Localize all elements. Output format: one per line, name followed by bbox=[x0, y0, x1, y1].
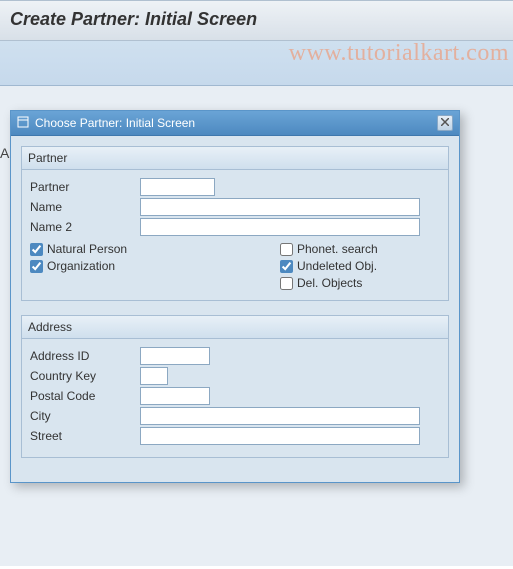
city-input[interactable] bbox=[140, 407, 420, 425]
country-key-input[interactable] bbox=[140, 367, 168, 385]
del-objects-check[interactable]: Del. Objects bbox=[280, 276, 378, 290]
close-icon bbox=[441, 118, 449, 129]
choose-partner-dialog: Choose Partner: Initial Screen Partner P… bbox=[10, 110, 460, 483]
postal-code-label: Postal Code bbox=[30, 389, 140, 403]
phonet-search-checkbox[interactable] bbox=[280, 243, 293, 256]
close-button[interactable] bbox=[437, 115, 453, 131]
phonet-search-label: Phonet. search bbox=[297, 242, 378, 256]
partner-group-body: Partner Name Name 2 Natural Person bbox=[22, 170, 448, 300]
city-label: City bbox=[30, 409, 140, 423]
name2-input[interactable] bbox=[140, 218, 420, 236]
partner-check-col-left: Natural Person Organization bbox=[30, 242, 280, 290]
postal-code-input[interactable] bbox=[140, 387, 210, 405]
page-title: Create Partner: Initial Screen bbox=[10, 9, 257, 29]
page-header-spacer bbox=[0, 41, 513, 86]
background-label-fragment: A bbox=[0, 145, 9, 161]
address-groupbox: Address Address ID Country Key Postal Co… bbox=[21, 315, 449, 458]
address-id-label: Address ID bbox=[30, 349, 140, 363]
street-row: Street bbox=[30, 427, 440, 445]
dialog-title-icon bbox=[17, 116, 29, 131]
natural-person-label: Natural Person bbox=[47, 242, 127, 256]
name-label: Name bbox=[30, 200, 140, 214]
name2-row: Name 2 bbox=[30, 218, 440, 236]
undeleted-obj-check[interactable]: Undeleted Obj. bbox=[280, 259, 378, 273]
city-row: City bbox=[30, 407, 440, 425]
page-title-bar: Create Partner: Initial Screen bbox=[0, 0, 513, 41]
undeleted-obj-label: Undeleted Obj. bbox=[297, 259, 377, 273]
partner-label: Partner bbox=[30, 180, 140, 194]
dialog-title-text: Choose Partner: Initial Screen bbox=[35, 116, 195, 130]
postal-code-row: Postal Code bbox=[30, 387, 440, 405]
dialog-titlebar: Choose Partner: Initial Screen bbox=[11, 111, 459, 136]
name2-label: Name 2 bbox=[30, 220, 140, 234]
phonet-search-check[interactable]: Phonet. search bbox=[280, 242, 378, 256]
partner-check-row: Natural Person Organization Phonet. sear… bbox=[30, 242, 440, 290]
name-row: Name bbox=[30, 198, 440, 216]
del-objects-label: Del. Objects bbox=[297, 276, 362, 290]
partner-check-col-right: Phonet. search Undeleted Obj. Del. Objec… bbox=[280, 242, 378, 290]
address-id-input[interactable] bbox=[140, 347, 210, 365]
organization-label: Organization bbox=[47, 259, 115, 273]
partner-row: Partner bbox=[30, 178, 440, 196]
organization-check[interactable]: Organization bbox=[30, 259, 280, 273]
dialog-title-left: Choose Partner: Initial Screen bbox=[17, 116, 195, 131]
address-id-row: Address ID bbox=[30, 347, 440, 365]
partner-group-header: Partner bbox=[22, 147, 448, 170]
street-input[interactable] bbox=[140, 427, 420, 445]
street-label: Street bbox=[30, 429, 140, 443]
address-group-header: Address bbox=[22, 316, 448, 339]
partner-input[interactable] bbox=[140, 178, 215, 196]
dialog-body: Partner Partner Name Name 2 bbox=[11, 136, 459, 482]
natural-person-check[interactable]: Natural Person bbox=[30, 242, 280, 256]
organization-checkbox[interactable] bbox=[30, 260, 43, 273]
name-input[interactable] bbox=[140, 198, 420, 216]
address-group-body: Address ID Country Key Postal Code City … bbox=[22, 339, 448, 457]
undeleted-obj-checkbox[interactable] bbox=[280, 260, 293, 273]
partner-groupbox: Partner Partner Name Name 2 bbox=[21, 146, 449, 301]
del-objects-checkbox[interactable] bbox=[280, 277, 293, 290]
country-key-label: Country Key bbox=[30, 369, 140, 383]
natural-person-checkbox[interactable] bbox=[30, 243, 43, 256]
country-key-row: Country Key bbox=[30, 367, 440, 385]
